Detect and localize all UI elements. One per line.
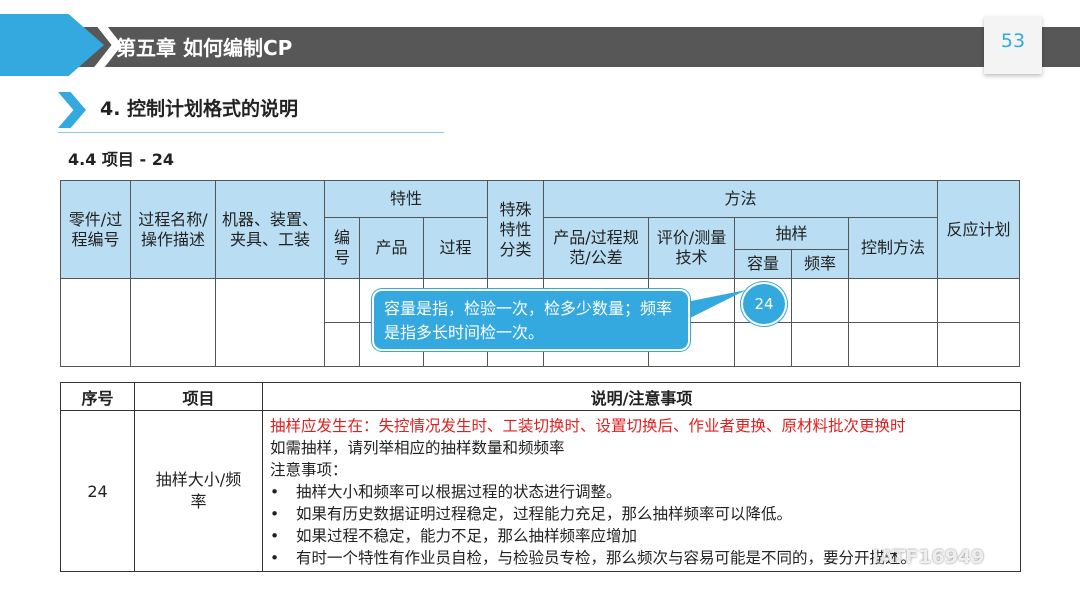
body-cell[interactable] xyxy=(937,322,1020,367)
row-number: 24 xyxy=(60,410,135,572)
header-char-product: 产品 xyxy=(359,217,424,279)
body-cell[interactable] xyxy=(734,322,792,367)
column-header-item: 项目 xyxy=(134,382,263,411)
body-cell[interactable] xyxy=(791,322,849,367)
section-title: 4. 控制计划格式的说明 xyxy=(100,98,299,120)
section-chevron-icon xyxy=(58,92,86,128)
bullet-icon: • xyxy=(270,483,280,501)
header-sample-size: 容量 xyxy=(734,249,792,279)
body-cell[interactable] xyxy=(130,278,216,367)
note-item: • 如果有历史数据证明过程稳定，过程能力充足，那么抽样频率可以降低。 xyxy=(270,505,793,523)
header-characteristics: 特性 xyxy=(324,180,488,218)
header-char-process: 过程 xyxy=(423,217,488,279)
body-cell[interactable] xyxy=(937,278,1020,323)
item-marker-badge: 24 xyxy=(741,282,787,326)
explanation-table: 序号 项目 说明/注意事项 24 抽样大小/频率 抽样应发生在：失控情况发生时、… xyxy=(60,382,1021,572)
watermark: IATF16949 xyxy=(872,546,985,568)
header-control-method: 控制方法 xyxy=(848,217,938,279)
header-process-name: 过程名称/操作描述 xyxy=(130,180,216,279)
body-cell[interactable] xyxy=(848,322,938,367)
column-header-description: 说明/注意事项 xyxy=(262,382,1021,411)
chapter-title: 第五章 如何编制CP xyxy=(116,36,293,60)
note-item: • 抽样大小和频率可以根据过程的状态进行调整。 xyxy=(270,483,622,501)
header-reaction-plan: 反应计划 xyxy=(937,180,1020,279)
header-methods: 方法 xyxy=(543,180,938,218)
header-sample: 抽样 xyxy=(734,217,849,250)
bullet-icon: • xyxy=(270,527,280,545)
note-item: • 如果过程不稳定，能力不足，那么抽样频率应增加 xyxy=(270,527,638,545)
header-part-number: 零件/过程编号 xyxy=(60,180,131,279)
bullet-icon: • xyxy=(270,549,280,567)
header-spec-tolerance: 产品/过程规范/公差 xyxy=(543,217,649,279)
body-cell[interactable] xyxy=(791,278,849,323)
header-machine: 机器、装置、夹具、工装 xyxy=(215,180,325,279)
subsection-title: 4.4 项目 - 24 xyxy=(68,150,174,169)
section-divider xyxy=(58,132,444,133)
sampling-instruction-text: 如需抽样，请列举相应的抽样数量和频频率 xyxy=(270,439,565,457)
header-special-class: 特殊特性分类 xyxy=(487,180,544,279)
body-cell[interactable] xyxy=(324,278,360,323)
row-item: 抽样大小/频率 xyxy=(134,410,263,572)
column-header-no: 序号 xyxy=(60,382,135,411)
page-number: 53 xyxy=(1000,30,1026,52)
header-sample-frequency: 频率 xyxy=(791,249,849,279)
header-eval-technique: 评价/测量技术 xyxy=(648,217,735,279)
header-char-number: 编号 xyxy=(324,217,360,279)
sampling-trigger-text: 抽样应发生在：失控情况发生时、工装切换时、设置切换后、作业者更换、原材料批次更换… xyxy=(270,417,906,435)
notes-heading: 注意事项： xyxy=(270,461,348,479)
body-cell[interactable] xyxy=(215,278,325,367)
body-cell[interactable] xyxy=(60,278,131,367)
bullet-icon: • xyxy=(270,505,280,523)
callout-bubble: 容量是指，检验一次，检多少数量；频率是指多长时间检一次。 xyxy=(372,289,690,351)
body-cell[interactable] xyxy=(324,322,360,367)
body-cell[interactable] xyxy=(848,278,938,323)
